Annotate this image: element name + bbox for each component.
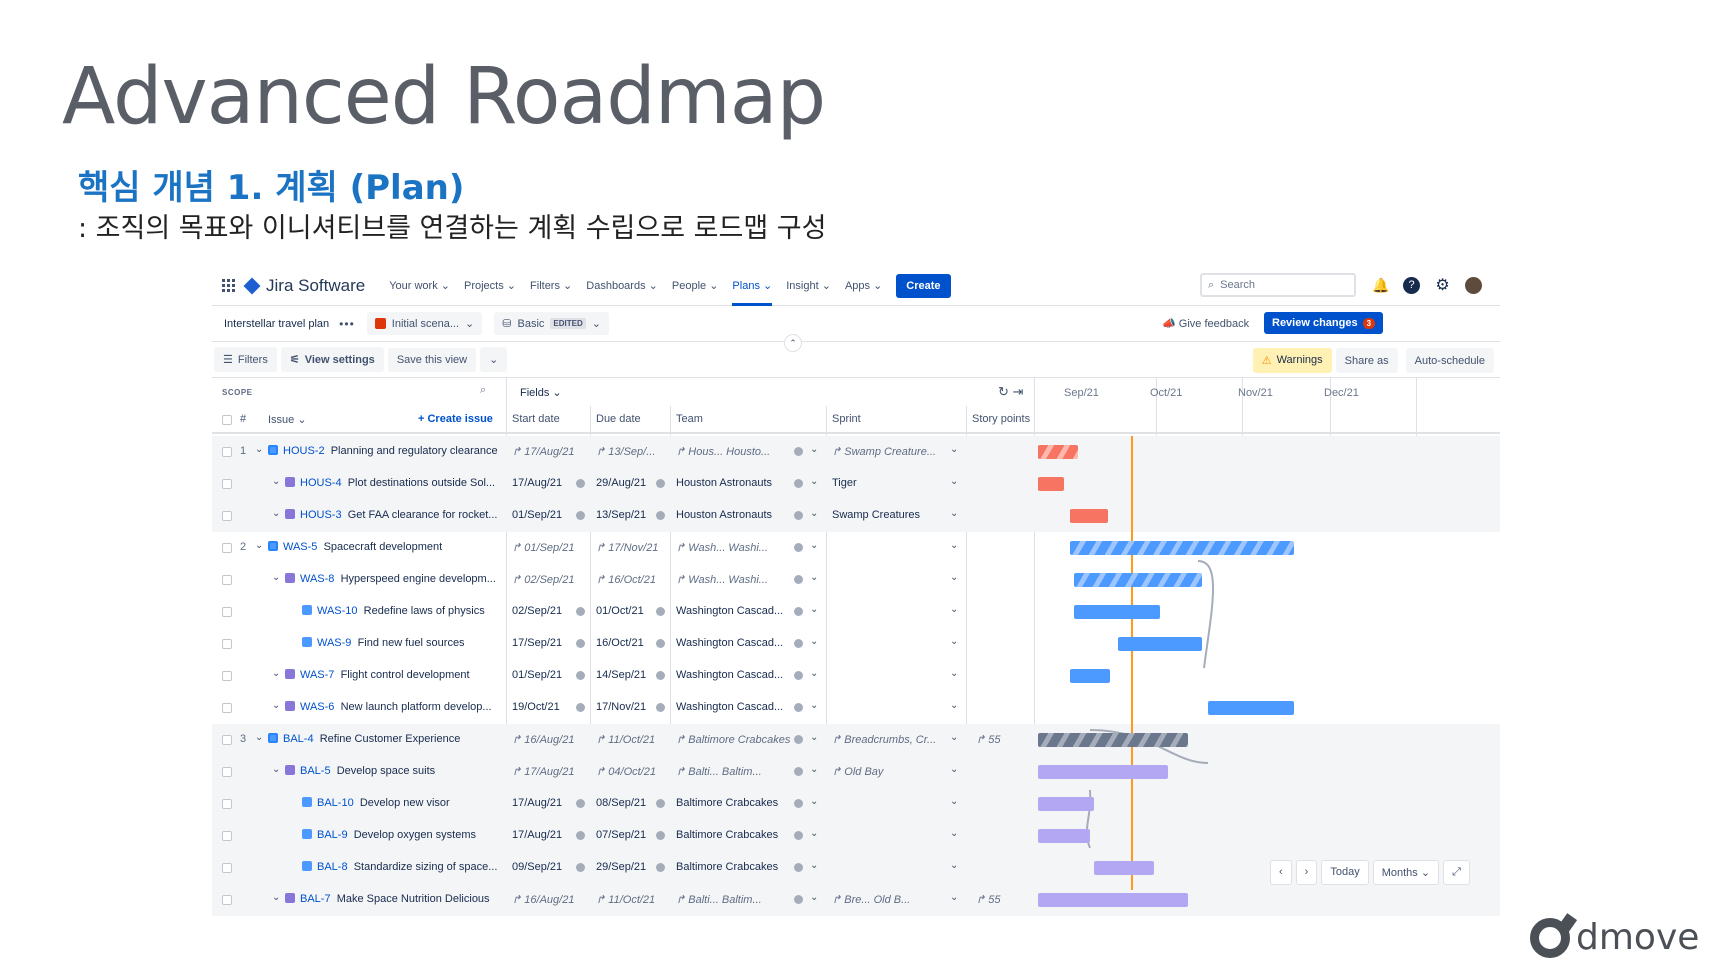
plan-grid: SCOPE ⌕ Fields ⌄ ↻ ⇥ Sep/21 Oct/21 Nov/2… bbox=[212, 378, 1500, 916]
expand-chevron-icon[interactable]: ⌄ bbox=[272, 892, 280, 903]
today-button[interactable]: Today bbox=[1321, 860, 1369, 885]
plan-toolbar: ☰ Filters ⚟ View settings Save this view ⌄… bbox=[212, 342, 1500, 378]
give-feedback-link[interactable]: 📣 Give feedback bbox=[1162, 317, 1249, 330]
save-view-button[interactable]: Save this view bbox=[387, 347, 477, 372]
timeline-bar[interactable] bbox=[1070, 509, 1108, 523]
auto-schedule-button[interactable]: Auto-schedule bbox=[1405, 348, 1494, 373]
timeline-bar[interactable] bbox=[1038, 797, 1094, 811]
top-nav: Jira Software Your work ⌄ Projects ⌄ Fil… bbox=[212, 266, 1500, 306]
slide-subtitle: 핵심 개념 1. 계획 (Plan) bbox=[78, 168, 465, 208]
warnings-button[interactable]: ⚠ Warnings bbox=[1252, 348, 1332, 373]
plan-bar: Interstellar travel plan ••• Initial sce… bbox=[212, 306, 1500, 352]
story-points-cell[interactable]: ↱ 55 bbox=[976, 893, 1001, 906]
sprint-cell[interactable]: ↱ Bre... Old B... bbox=[832, 893, 940, 906]
filter-icon: ☰ bbox=[223, 354, 233, 366]
clear-icon[interactable] bbox=[794, 895, 803, 904]
share-button[interactable]: Share as bbox=[1335, 348, 1398, 373]
view-select[interactable]: ⛁ Basic EDITED ⌄ bbox=[494, 312, 609, 335]
view-icon: ⛁ bbox=[502, 318, 512, 330]
timeline-bar[interactable] bbox=[1118, 637, 1202, 651]
app-switcher-icon[interactable] bbox=[222, 278, 236, 293]
review-changes-button[interactable]: Review changes 3 bbox=[1264, 312, 1384, 334]
timeline-bar[interactable] bbox=[1038, 445, 1078, 459]
search-input[interactable]: ⌕ Search bbox=[1200, 273, 1356, 297]
due-date-cell[interactable]: ↱ 11/Oct/21 bbox=[596, 893, 655, 906]
brand-name: dmove bbox=[1576, 917, 1700, 958]
row-checkbox[interactable] bbox=[222, 895, 232, 905]
filters-button[interactable]: ☰ Filters bbox=[214, 347, 277, 372]
timeline-bar[interactable] bbox=[1074, 605, 1160, 619]
start-date-cell[interactable]: ↱ 16/Aug/21 bbox=[512, 893, 574, 906]
nav-dashboards[interactable]: Dashboards ⌄ bbox=[586, 279, 658, 292]
nav-filters[interactable]: Filters ⌄ bbox=[530, 279, 572, 292]
story-type-icon bbox=[285, 893, 295, 903]
timeline-controls: ‹ › Today Months ⌄ ⤢ bbox=[1270, 860, 1470, 885]
help-icon[interactable]: ? bbox=[1403, 277, 1420, 294]
jira-logo-icon bbox=[243, 277, 261, 294]
brand: dmove bbox=[1530, 917, 1699, 958]
avatar[interactable] bbox=[1465, 277, 1482, 294]
team-dropdown-icon[interactable]: ⌄ bbox=[810, 892, 818, 903]
scenario-color-icon bbox=[374, 318, 386, 329]
next-icon[interactable]: › bbox=[1295, 860, 1318, 885]
issue-cell[interactable]: BAL-7 Make Space Nutrition Delicious bbox=[285, 893, 498, 905]
slide-description: : 조직의 목표와 이니셔티브를 연결하는 계획 수립으로 로드맵 구성 bbox=[78, 213, 827, 244]
plan-name[interactable]: Interstellar travel plan bbox=[224, 318, 329, 330]
dependency-lines bbox=[1085, 560, 1214, 849]
jira-screenshot: Jira Software Your work ⌄ Projects ⌄ Fil… bbox=[212, 266, 1500, 930]
expand-icon[interactable]: ⤢ bbox=[1443, 860, 1470, 885]
scenario-select[interactable]: Initial scena... ⌄ bbox=[366, 312, 483, 335]
timeline-bar[interactable] bbox=[1038, 733, 1188, 747]
slide-title: Advanced Roadmap bbox=[62, 52, 826, 142]
issue-key: BAL-7 bbox=[300, 893, 331, 905]
issue-title: Make Space Nutrition Delicious bbox=[336, 893, 490, 905]
create-button[interactable]: Create bbox=[896, 273, 951, 298]
settings-icon[interactable]: ⚙ bbox=[1434, 277, 1451, 294]
prev-icon[interactable]: ‹ bbox=[1270, 860, 1292, 885]
nav-insight[interactable]: Insight ⌄ bbox=[786, 279, 831, 292]
timeline-bar[interactable] bbox=[1038, 829, 1090, 843]
nav-your-work[interactable]: Your work ⌄ bbox=[389, 279, 450, 292]
product-name[interactable]: Jira Software bbox=[266, 276, 365, 296]
timeline-bar[interactable] bbox=[1208, 701, 1294, 715]
nav-apps[interactable]: Apps ⌄ bbox=[845, 279, 882, 292]
timeline-bar[interactable] bbox=[1074, 573, 1202, 587]
months-select[interactable]: Months ⌄ bbox=[1372, 860, 1440, 885]
sliders-icon: ⚟ bbox=[289, 354, 300, 366]
nav-people[interactable]: People ⌄ bbox=[672, 279, 719, 292]
timeline-bar[interactable] bbox=[1070, 541, 1294, 555]
timeline-bar[interactable] bbox=[1038, 477, 1064, 491]
more-icon[interactable]: ••• bbox=[339, 317, 355, 331]
review-count-badge: 3 bbox=[1362, 317, 1376, 329]
nav-projects[interactable]: Projects ⌄ bbox=[464, 279, 516, 292]
save-view-dropdown[interactable]: ⌄ bbox=[480, 347, 508, 372]
notification-icon[interactable]: 🔔 bbox=[1372, 277, 1389, 294]
timeline-bar[interactable] bbox=[1038, 893, 1188, 907]
team-cell[interactable]: ↱ Balti... Baltim... bbox=[676, 893, 792, 906]
nav-plans[interactable]: Plans ⌄ bbox=[732, 279, 772, 306]
search-icon: ⌕ bbox=[1208, 279, 1215, 291]
view-settings-button[interactable]: ⚟ View settings bbox=[280, 347, 384, 372]
dmove-logo-icon bbox=[1530, 917, 1570, 958]
timeline-bar[interactable] bbox=[1038, 765, 1168, 779]
timeline-bar[interactable] bbox=[1094, 861, 1154, 875]
timeline-bar[interactable] bbox=[1070, 669, 1110, 683]
sprint-dropdown-icon[interactable]: ⌄ bbox=[950, 892, 958, 903]
warning-icon: ⚠ bbox=[1261, 355, 1272, 367]
